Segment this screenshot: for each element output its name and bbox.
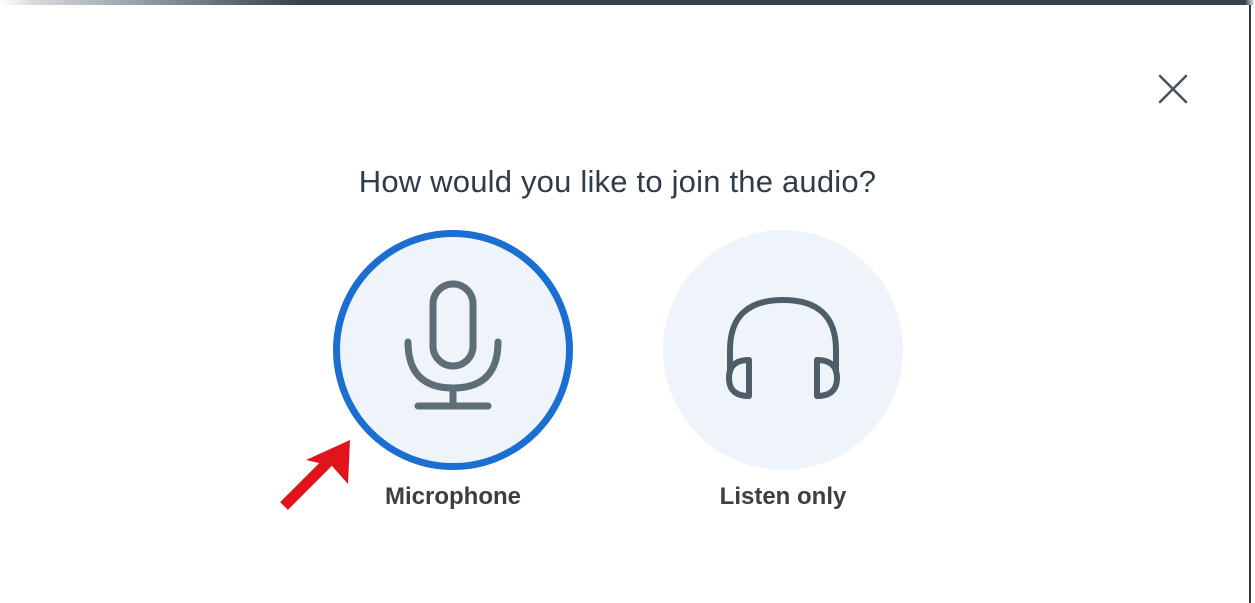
listen-only-option[interactable]: Listen only	[663, 230, 903, 530]
close-icon	[1158, 74, 1188, 104]
window-right-border	[1249, 5, 1251, 603]
headphones-icon	[726, 296, 840, 399]
window-top-border	[0, 0, 1255, 5]
audio-join-dialog: How would you like to join the audio? Mi…	[0, 0, 1255, 603]
microphone-button[interactable]	[333, 230, 573, 470]
microphone-option[interactable]: Microphone	[333, 230, 573, 530]
listen-only-button[interactable]	[663, 230, 903, 470]
listen-only-label: Listen only	[719, 483, 847, 510]
dialog-title: How would you like to join the audio?	[358, 164, 877, 199]
close-button[interactable]	[1148, 64, 1198, 114]
red-arrow-icon	[280, 440, 350, 510]
microphone-icon	[404, 280, 502, 410]
